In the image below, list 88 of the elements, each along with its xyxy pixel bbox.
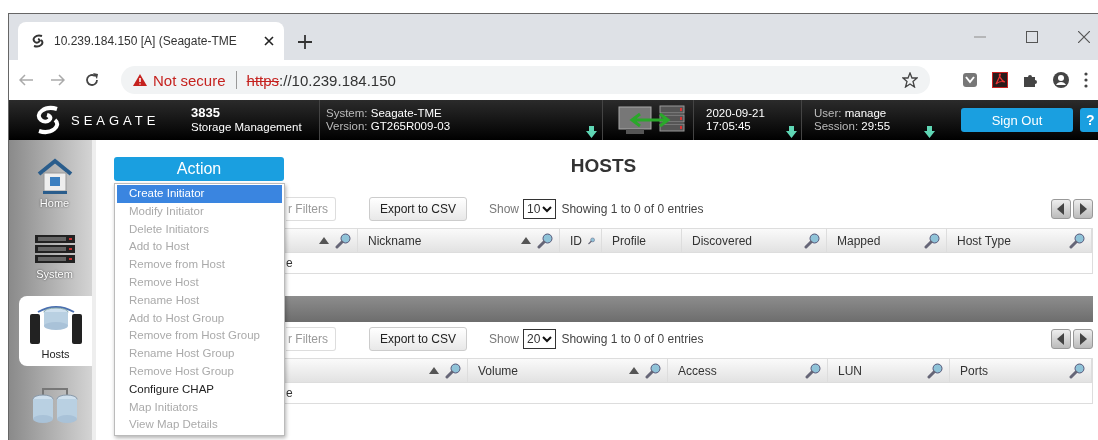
storage-connection-icon[interactable] (616, 104, 686, 136)
page-size-select[interactable]: 20 (523, 329, 557, 349)
search-icon[interactable] (537, 232, 553, 249)
browser-tab[interactable]: 10.239.184.150 [A] (Seagate-TME (18, 22, 284, 60)
left-triangle-icon[interactable] (1057, 333, 1065, 345)
down-arrow-icon[interactable] (786, 126, 797, 138)
caret-icon[interactable] (542, 335, 553, 343)
close-icon[interactable] (264, 36, 274, 46)
column-header[interactable]: Nickname (368, 233, 515, 248)
column-header[interactable]: Host Type (957, 233, 1063, 248)
search-icon[interactable] (927, 362, 943, 379)
warning-icon (133, 74, 147, 86)
menu-item[interactable]: Create Initiator (117, 185, 282, 203)
time-text: 17:05:45 (706, 120, 752, 134)
product-name: Storage Management (191, 120, 303, 135)
reload-icon[interactable] (85, 73, 99, 87)
down-arrow-icon[interactable] (924, 126, 935, 138)
next-page-button[interactable] (1073, 199, 1093, 219)
next-page-button[interactable] (1073, 329, 1093, 349)
sidebar-item[interactable]: System (17, 222, 92, 292)
filters-button[interactable]: r Filters (286, 197, 336, 221)
search-icon[interactable] (805, 362, 821, 379)
left-triangle-icon[interactable] (1057, 203, 1065, 215)
entries-info: Showing 1 to 0 of 0 entries (561, 332, 704, 346)
url-text: https://10.239.184.150 (246, 71, 396, 89)
firmware-version: Version: GT265R009-03 (326, 120, 452, 134)
model-number: 3835 (191, 105, 221, 121)
sort-up-icon[interactable] (629, 367, 639, 374)
show-label: Show (489, 332, 520, 346)
security-warning: Not secure (153, 71, 226, 89)
column-header[interactable]: Ports (960, 363, 1063, 378)
show-label: Show (489, 202, 520, 216)
column-header[interactable]: ID (570, 233, 582, 248)
brand-name: SEAGATE (71, 112, 160, 128)
address-bar[interactable]: Not secure https://10.239.184.150 (121, 66, 930, 94)
column-header[interactable]: Discovered (692, 233, 798, 248)
search-icon[interactable] (335, 232, 351, 249)
date-text: 2020-09-21 (706, 106, 766, 120)
search-icon[interactable] (804, 232, 820, 249)
tab-title: 10.239.184.150 [A] (Seagate-TME (54, 34, 238, 48)
server-rack-icon (33, 234, 76, 266)
export-csv-button[interactable]: Export to CSV (369, 197, 467, 221)
right-triangle-icon[interactable] (1079, 333, 1087, 345)
export-csv-button[interactable]: Export to CSV (369, 327, 467, 351)
system-name: System: Seagate-TME (326, 106, 443, 120)
sidebar-item[interactable]: Hosts (19, 296, 92, 366)
sign-out-button[interactable]: Sign Out (961, 108, 1073, 132)
user-text: User: manage (814, 106, 888, 120)
search-icon[interactable] (445, 362, 461, 379)
pocket-icon[interactable] (962, 72, 978, 88)
search-icon[interactable] (1069, 232, 1085, 249)
right-triangle-icon[interactable] (1079, 203, 1087, 215)
column-header[interactable]: Profile (612, 233, 675, 248)
column-header[interactable]: Volume (478, 363, 623, 378)
page-size-select[interactable]: 10 (523, 199, 557, 219)
sidebar-label: Hosts (41, 348, 70, 360)
filters-button[interactable]: r Filters (286, 327, 336, 351)
star-icon[interactable] (902, 72, 918, 88)
sort-up-icon[interactable] (521, 237, 531, 244)
swirl-logo-icon (30, 34, 46, 48)
help-button[interactable]: ? (1080, 108, 1098, 132)
caret-icon[interactable] (542, 205, 553, 213)
session-text: Session: 29:55 (814, 120, 892, 134)
sidebar-label: Home (39, 197, 70, 209)
sidebar-label: System (36, 268, 73, 280)
column-header[interactable]: LUN (838, 363, 921, 378)
entries-info: Showing 1 to 0 of 0 entries (561, 202, 704, 216)
maximize-icon[interactable] (1026, 31, 1038, 43)
sort-up-icon[interactable] (429, 367, 439, 374)
database-icon (30, 387, 79, 423)
search-icon[interactable] (1069, 362, 1085, 379)
puzzle-icon[interactable] (1022, 72, 1038, 88)
sort-up-icon[interactable] (319, 237, 329, 244)
down-arrow-icon[interactable] (586, 126, 597, 138)
search-icon[interactable] (924, 232, 940, 249)
search-icon[interactable] (645, 362, 661, 379)
profile-icon[interactable] (1052, 71, 1070, 89)
menu-icon[interactable] (1084, 72, 1088, 88)
sidebar-item[interactable]: Home (17, 148, 92, 218)
column-header[interactable]: Mapped (837, 233, 918, 248)
previous-page-button[interactable] (1051, 199, 1071, 219)
new-tab-icon[interactable] (298, 35, 312, 49)
page-title: HOSTS (570, 155, 637, 177)
action-button[interactable]: Action (114, 157, 284, 181)
pdf-icon[interactable] (992, 72, 1008, 88)
menu-item[interactable]: Configure CHAP (117, 380, 282, 399)
column-header[interactable]: Access (678, 363, 799, 378)
previous-page-button[interactable] (1051, 329, 1071, 349)
